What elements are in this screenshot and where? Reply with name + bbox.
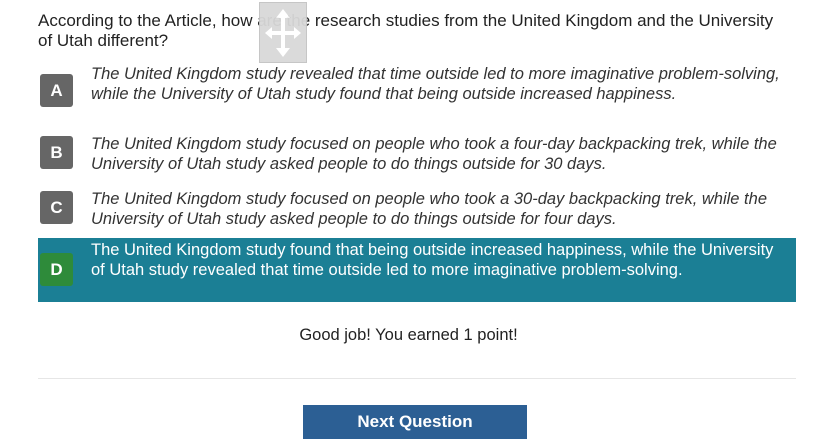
- quiz-page: According to the Article, how are the re…: [0, 0, 817, 445]
- choice-letter-badge: D: [40, 253, 73, 286]
- next-question-button[interactable]: Next Question: [303, 405, 527, 439]
- feedback-message: Good job! You earned 1 point!: [299, 326, 518, 344]
- move-arrows-icon: [265, 8, 301, 57]
- move-handle[interactable]: [259, 2, 307, 63]
- choice-text: The United Kingdom study focused on peop…: [91, 135, 777, 173]
- choice-c[interactable]: C The United Kingdom study focused on pe…: [38, 184, 796, 230]
- choice-d[interactable]: D The United Kingdom study found that be…: [38, 238, 796, 302]
- choice-letter-badge: C: [40, 191, 73, 224]
- divider: [38, 378, 796, 379]
- choice-a[interactable]: A The United Kingdom study revealed that…: [38, 64, 796, 122]
- choice-letter-badge: B: [40, 136, 73, 169]
- choice-letter-badge: A: [40, 74, 73, 107]
- choice-text: The United Kingdom study revealed that t…: [91, 65, 780, 103]
- question-text: According to the Article, how are the re…: [38, 11, 774, 50]
- choice-text: The United Kingdom study found that bein…: [91, 241, 774, 279]
- choice-text: The United Kingdom study focused on peop…: [91, 190, 767, 228]
- choice-b[interactable]: B The United Kingdom study focused on pe…: [38, 131, 796, 175]
